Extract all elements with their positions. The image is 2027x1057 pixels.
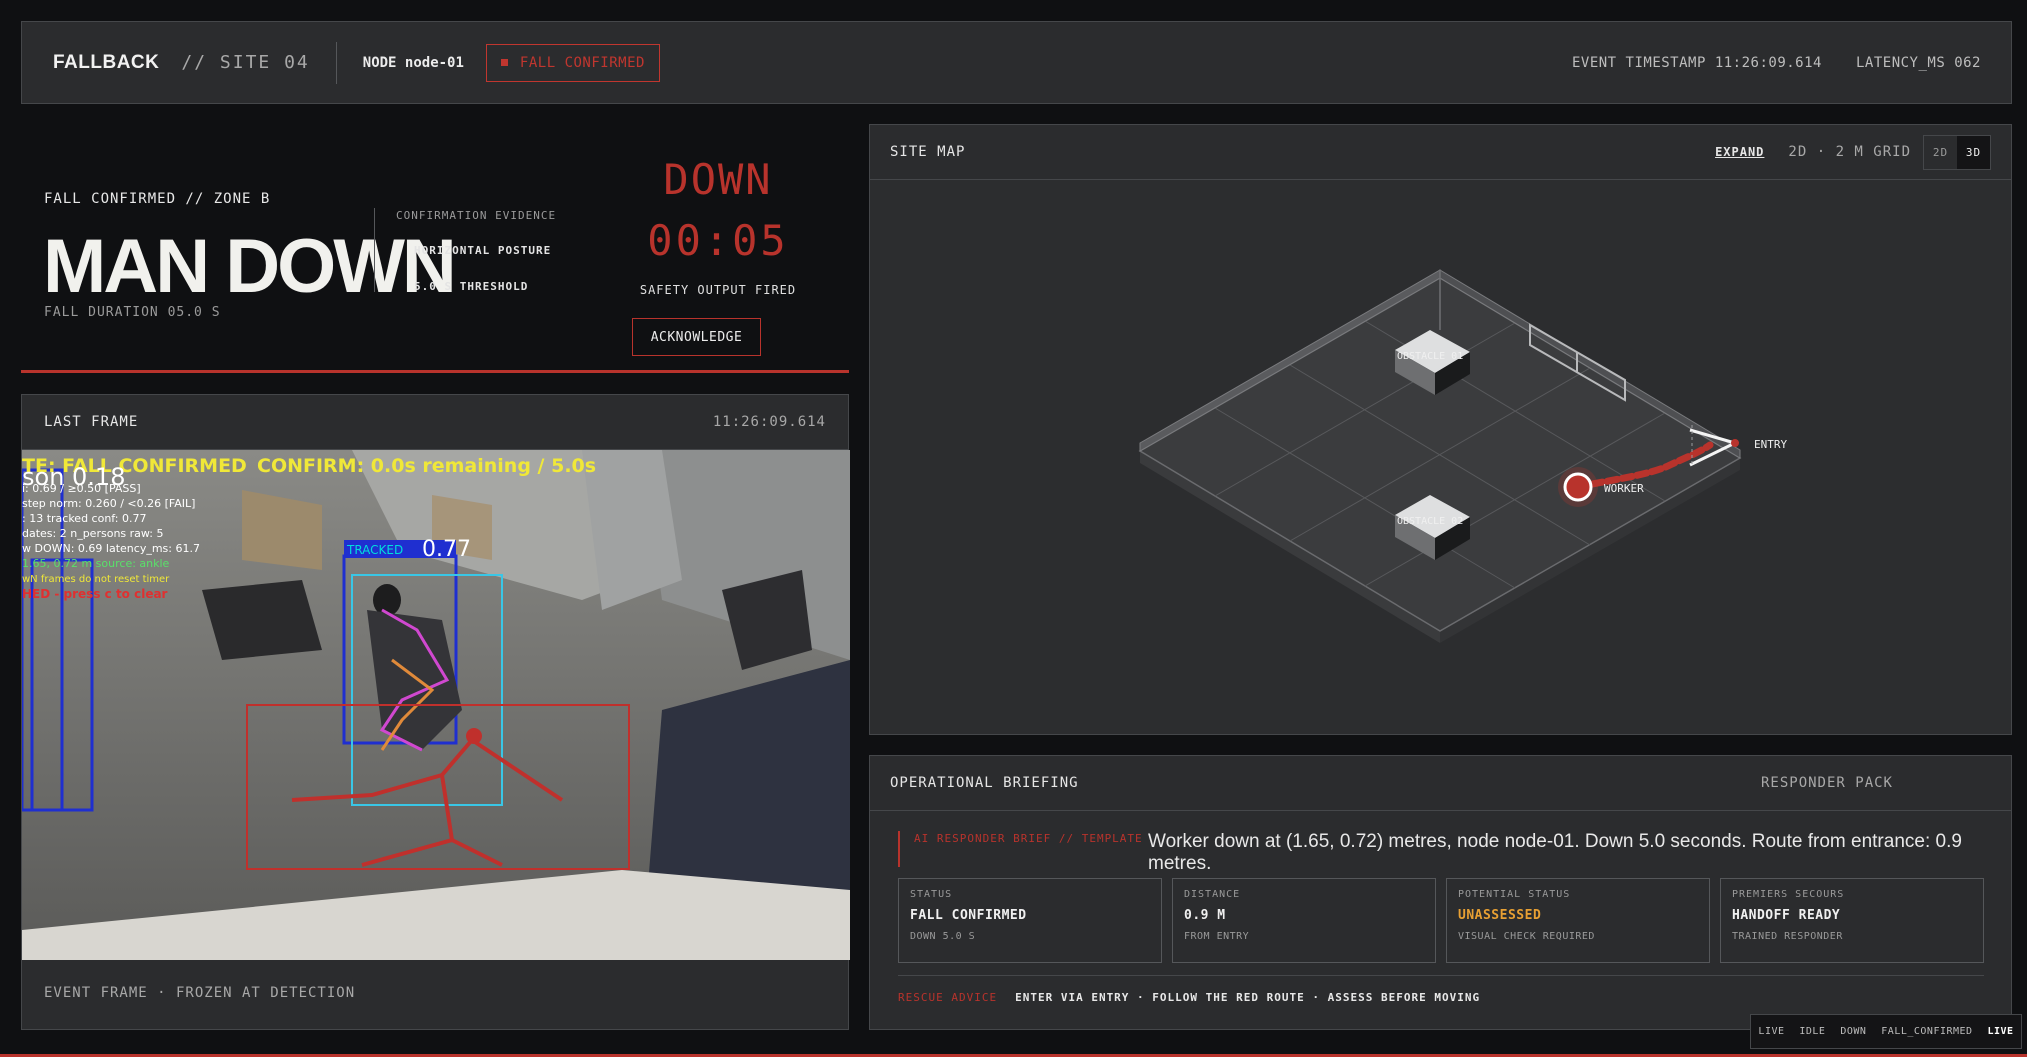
overlay-confirm: CONFIRM: 0.0s remaining / 5.0s: [257, 455, 596, 477]
card-sub: FROM ENTRY: [1184, 931, 1250, 942]
overlay-line-6: 1.65, 0.72 m source: ankle: [22, 557, 170, 570]
toggle-2d[interactable]: 2D: [1924, 136, 1957, 169]
fall-joint: [466, 728, 482, 744]
down-timer: 00:05: [647, 216, 789, 265]
site-map-header: SITE MAP EXPAND 2D · 2 M GRID 2D 3D: [870, 125, 2011, 180]
alert-panel: FALL CONFIRMED // ZONE B MAN DOWN FALL D…: [21, 125, 849, 373]
ai-brief-tag: AI RESPONDER BRIEF // TEMPLATE: [914, 832, 1143, 845]
header-metrics: EVENT TIMESTAMP 11:26:09.614 LATENCY_MS …: [1572, 55, 1981, 71]
alert-zone: FALL CONFIRMED // ZONE B: [44, 191, 271, 207]
acknowledge-button[interactable]: ACKNOWLEDGE: [632, 318, 761, 356]
state-idle[interactable]: IDLE: [1799, 1026, 1825, 1037]
view-toggle: 2D 3D: [1923, 134, 1991, 170]
card-key: DISTANCE: [1184, 889, 1241, 900]
last-frame-timestamp: 11:26:09.614: [712, 414, 826, 430]
alert-title: MAN DOWN: [43, 224, 457, 309]
overlay-line-5: w DOWN: 0.69 latency_ms: 61.7: [22, 542, 200, 555]
last-frame-title: LAST FRAME: [44, 414, 139, 430]
worker-marker[interactable]: [1563, 472, 1593, 502]
first-aid-card: PREMIERS SECOURS HANDOFF READY TRAINED R…: [1720, 878, 1984, 963]
ai-brief-text: Worker down at (1.65, 0.72) metres, node…: [1148, 831, 1962, 874]
card-value: 0.9 M: [1184, 908, 1226, 923]
status-card: STATUS FALL CONFIRMED DOWN 5.0 S: [898, 878, 1162, 963]
status-square-icon: [500, 59, 508, 66]
header-divider: [335, 41, 337, 84]
grid-scale-label: 2D · 2 M GRID: [1788, 144, 1911, 160]
site-label: // SITE 04: [181, 52, 310, 73]
last-frame-footer: EVENT FRAME · FROZEN AT DETECTION: [44, 985, 356, 1001]
card-key: STATUS: [910, 889, 953, 900]
last-frame-header: LAST FRAME 11:26:09.614: [22, 395, 848, 450]
responder-pack-label[interactable]: RESPONDER PACK: [1761, 775, 1893, 791]
potential-status-card: POTENTIAL STATUS UNASSESSED VISUAL CHECK…: [1446, 878, 1710, 963]
state-down[interactable]: DOWN: [1840, 1026, 1866, 1037]
state-fall-confirmed[interactable]: FALL_CONFIRMED: [1881, 1026, 1972, 1037]
safety-output-label: SAFETY OUTPUT FIRED: [639, 283, 797, 297]
card-sub: VISUAL CHECK REQUIRED: [1458, 931, 1595, 942]
down-label: DOWN: [663, 155, 773, 204]
evidence-divider: [374, 208, 375, 292]
rescue-advice-text: ENTER VIA ENTRY · FOLLOW THE RED ROUTE ·…: [1015, 991, 1481, 1004]
card-sub: TRAINED RESPONDER: [1732, 931, 1843, 942]
overlay-line-1: i: 0.69 / ≥0.50 [PASS]: [22, 482, 141, 495]
obstacle-02-label: OBSTACLE 02: [1397, 516, 1463, 527]
tracked-confidence: 0.77: [422, 537, 471, 562]
card-key: PREMIERS SECOURS: [1732, 889, 1845, 900]
card-value: HANDOFF READY: [1732, 908, 1841, 923]
alert-underline: [21, 370, 849, 373]
evidence-heading: CONFIRMATION EVIDENCE: [396, 209, 557, 222]
status-badge: FALL CONFIRMED: [485, 43, 660, 82]
tracked-label: TRACKED: [346, 543, 403, 557]
evidence-threshold: 5.0 S THRESHOLD: [414, 280, 529, 293]
overlay-line-3: : 13 tracked conf: 0.77: [22, 512, 146, 525]
briefing-title: OPERATIONAL BRIEFING: [890, 775, 1079, 791]
site-map-canvas: OBSTACLE 01 OBSTACLE 02 ENTRY WORKER: [1138, 269, 1787, 643]
last-frame-panel: LAST FRAME 11:26:09.614 TRACKED 0.77 TE:…: [21, 394, 850, 1030]
card-sub: DOWN 5.0 S: [910, 931, 976, 942]
camera-frame-image: TRACKED 0.77 TE: FALL CONFIRMED CONFIRM:…: [22, 450, 850, 960]
obstacle-01-label: OBSTACLE 01: [1397, 351, 1463, 362]
state-live-active[interactable]: LIVE: [1987, 1026, 2013, 1037]
overlay-line-8: HED - press c to clear: [22, 587, 168, 601]
site-map-title: SITE MAP: [890, 144, 966, 160]
briefing-header: OPERATIONAL BRIEFING RESPONDER PACK: [870, 756, 2011, 811]
state-live[interactable]: LIVE: [1758, 1026, 1784, 1037]
site-map-panel: SITE MAP EXPAND 2D · 2 M GRID 2D 3D OBST…: [869, 124, 2012, 735]
entry-marker: [1731, 439, 1739, 447]
evidence-posture: HORIZONTAL POSTURE: [414, 244, 552, 257]
state-bar: LIVE IDLE DOWN FALL_CONFIRMED LIVE: [1750, 1014, 2022, 1049]
briefing-cards: STATUS FALL CONFIRMED DOWN 5.0 S DISTANC…: [898, 878, 1984, 963]
chair-left: [202, 580, 322, 660]
distance-card: DISTANCE 0.9 M FROM ENTRY: [1172, 878, 1436, 963]
worker-label: WORKER: [1604, 482, 1644, 495]
rescue-advice: RESCUE ADVICE ENTER VIA ENTRY · FOLLOW T…: [898, 991, 1480, 1004]
camera-frame: TRACKED 0.77 TE: FALL CONFIRMED CONFIRM:…: [22, 450, 850, 960]
top-header: FALLBACK // SITE 04 NODE node-01 FALL CO…: [21, 21, 2012, 104]
fall-duration: FALL DURATION 05.0 S: [44, 305, 221, 320]
card-value: FALL CONFIRMED: [910, 908, 1027, 923]
node-label: NODE node-01: [362, 54, 464, 71]
event-timestamp: EVENT TIMESTAMP 11:26:09.614: [1571, 54, 1822, 71]
status-badge-label: FALL CONFIRMED: [519, 54, 645, 71]
rescue-advice-key: RESCUE ADVICE: [898, 991, 998, 1004]
advice-divider: [898, 975, 1984, 976]
overlay-line-7: wN frames do not reset timer: [22, 574, 170, 585]
expand-link[interactable]: EXPAND: [1715, 145, 1764, 159]
ai-brief-bar: [898, 831, 900, 867]
card-value: UNASSESSED: [1458, 908, 1542, 923]
operational-briefing-panel: OPERATIONAL BRIEFING RESPONDER PACK AI R…: [869, 755, 2012, 1030]
brand-name: FALLBACK: [53, 51, 160, 73]
card-key: POTENTIAL STATUS: [1458, 889, 1571, 900]
entry-label: ENTRY: [1754, 438, 1787, 451]
latency-readout: LATENCY_MS 062: [1855, 54, 1981, 71]
toggle-3d[interactable]: 3D: [1957, 135, 1990, 169]
overlay-line-4: dates: 2 n_persons raw: 5: [22, 527, 164, 540]
overlay-line-2: step norm: 0.260 / <0.26 [FAIL]: [22, 497, 195, 510]
